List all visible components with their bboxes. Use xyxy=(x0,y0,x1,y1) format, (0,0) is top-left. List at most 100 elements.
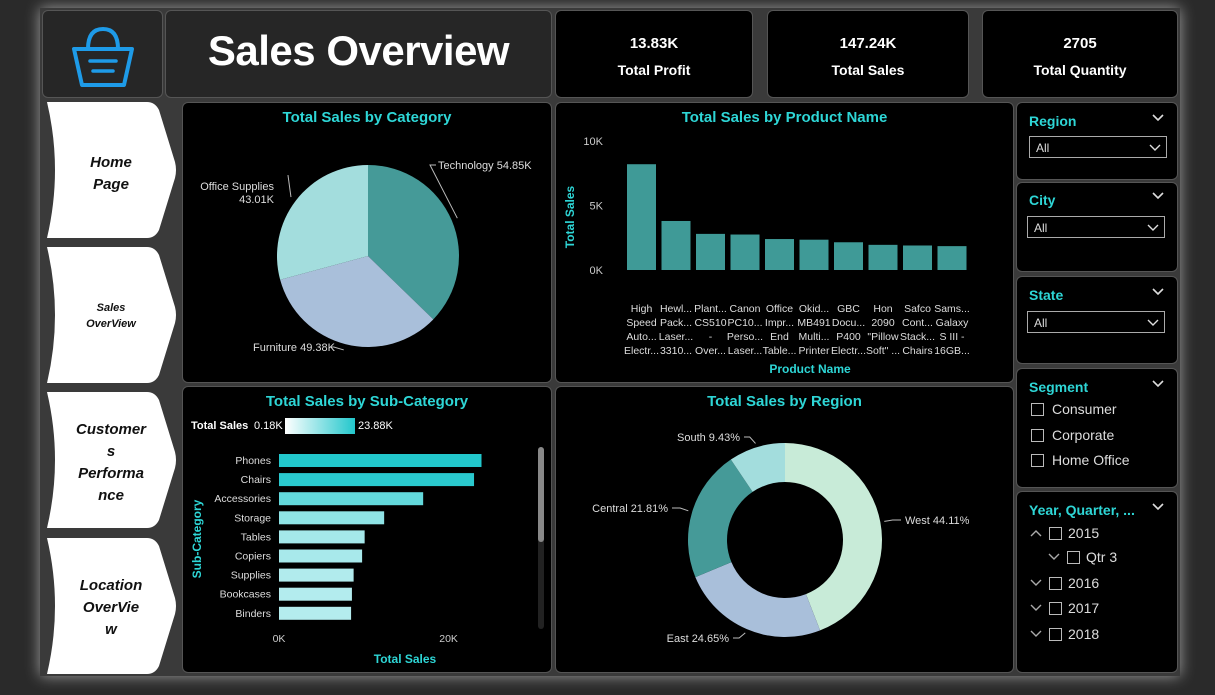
x-tick-label: Impr... xyxy=(765,317,794,329)
kpi-label: Total Sales xyxy=(831,62,905,78)
chevron-down-icon[interactable] xyxy=(1151,500,1165,514)
bar xyxy=(279,606,352,620)
option-label: Home Office xyxy=(1052,452,1130,468)
city-slicer: City All xyxy=(1016,182,1178,272)
nav-sales-overview[interactable]: Sales OverView xyxy=(47,247,177,383)
chevron-down-icon[interactable] xyxy=(1029,602,1043,614)
x-tick-label: Sams... xyxy=(934,303,970,315)
checkbox[interactable] xyxy=(1049,601,1062,615)
nav-label: Sales OverView xyxy=(47,300,175,332)
leader-line xyxy=(287,174,292,198)
bar xyxy=(765,239,794,270)
tree-item-2016[interactable]: 2016 xyxy=(1029,575,1099,591)
chevron-up-icon[interactable] xyxy=(1029,527,1043,539)
nav-location-overview[interactable]: Location OverVie w xyxy=(47,538,177,674)
region-donut-card: Total Sales by Region West 44.11% East 24… xyxy=(555,386,1014,673)
y-tick-label: Phones xyxy=(235,455,271,467)
x-tick-label: Soft" ... xyxy=(866,345,900,357)
chevron-down-icon[interactable] xyxy=(1029,628,1043,640)
checkbox[interactable] xyxy=(1031,402,1044,416)
nav-label-line: OverView xyxy=(86,318,136,330)
chevron-down-icon[interactable] xyxy=(1151,189,1165,203)
bar xyxy=(903,245,932,270)
checkbox[interactable] xyxy=(1031,453,1044,467)
nav-customers-performance[interactable]: Customer s Performa nce xyxy=(47,392,177,528)
checkbox[interactable] xyxy=(1049,576,1062,590)
nav-label: Location OverVie w xyxy=(47,575,175,641)
donut-slice-east xyxy=(695,562,821,637)
dropdown-value: All xyxy=(1036,141,1050,155)
checkbox[interactable] xyxy=(1067,550,1080,564)
x-tick-label: Docu... xyxy=(832,317,865,329)
x-tick-label: PC10... xyxy=(727,317,762,329)
x-tick-label: 2090 xyxy=(871,317,895,329)
nav-label-line: Home xyxy=(90,154,132,171)
kpi-total-quantity: 2705 Total Quantity xyxy=(982,10,1178,98)
x-tick-label: Cont... xyxy=(902,317,933,329)
state-dropdown[interactable]: All xyxy=(1027,311,1165,333)
state-slicer: State All xyxy=(1016,276,1178,364)
chevron-down-icon[interactable] xyxy=(1151,377,1165,391)
segment-option-home-office[interactable]: Home Office xyxy=(1031,452,1130,468)
nav-label-line: Performa xyxy=(78,465,144,482)
region-dropdown[interactable]: All xyxy=(1029,136,1167,158)
city-dropdown[interactable]: All xyxy=(1027,216,1165,238)
y-tick-label: Bookcases xyxy=(220,589,271,601)
bar xyxy=(279,568,354,582)
bar xyxy=(799,239,829,270)
slicer-title: City xyxy=(1029,192,1056,208)
x-tick-label: Electr... xyxy=(831,345,866,357)
kpi-value: 147.24K xyxy=(839,35,897,52)
y-tick-label: Supplies xyxy=(231,570,271,582)
bar xyxy=(279,492,424,506)
x-tick-label: Laser... xyxy=(728,345,762,357)
chevron-down-icon[interactable] xyxy=(1151,285,1165,299)
chevron-down-icon[interactable] xyxy=(1151,111,1165,125)
nav-label-line: Sales xyxy=(96,302,126,314)
x-tick-label: P400 xyxy=(836,331,861,343)
y-tick-label: Copiers xyxy=(235,551,271,563)
y-axis-label: Sub-Category xyxy=(190,499,204,578)
tree-item-2017[interactable]: 2017 xyxy=(1029,600,1099,616)
category-pie-card: Total Sales by Category Technology 54.85… xyxy=(182,102,552,383)
subcategory-bar-chart: Total Sales 0.18K 23.88K Phones Chairs Access… xyxy=(190,418,482,666)
chart-scrollbar[interactable] xyxy=(538,447,544,629)
kpi-total-sales: 147.24K Total Sales xyxy=(767,10,969,98)
x-tick-label: Safco xyxy=(904,303,931,315)
segment-option-consumer[interactable]: Consumer xyxy=(1031,401,1117,417)
x-tick-label: GBC xyxy=(837,303,860,315)
bar xyxy=(279,530,365,544)
y-tick-label: Tables xyxy=(241,531,271,543)
x-tick-label: Okid... xyxy=(799,303,829,315)
checkbox[interactable] xyxy=(1049,627,1062,641)
leader-line xyxy=(744,436,756,444)
chevron-down-icon[interactable] xyxy=(1029,577,1043,589)
tree-item-qtr-3[interactable]: Qtr 3 xyxy=(1047,549,1117,565)
x-tick-label: Laser... xyxy=(659,331,693,343)
checkbox[interactable] xyxy=(1049,526,1062,540)
scrollbar-thumb[interactable] xyxy=(538,447,544,542)
product-bar-card: Total Sales by Product Name 0K 5K 10K Total… xyxy=(555,102,1014,383)
nav-label-line: w xyxy=(105,621,117,638)
x-tick-label: Canon xyxy=(730,303,761,315)
donut-label: South 9.43% xyxy=(677,432,740,444)
nav-home-page[interactable]: Home Page xyxy=(47,102,177,238)
checkbox[interactable] xyxy=(1031,428,1044,442)
bar xyxy=(868,244,898,270)
legend-max: 23.88K xyxy=(358,420,394,432)
x-tick-label: Hewl... xyxy=(660,303,692,315)
bar xyxy=(279,511,385,525)
x-tick-label: High xyxy=(631,303,653,315)
y-tick-label: 0K xyxy=(590,265,604,277)
nav-label-line: Page xyxy=(93,176,129,193)
donut-label: West 44.11% xyxy=(905,515,970,527)
x-tick-label: 16GB... xyxy=(934,345,970,357)
chart-title: Total Sales by Product Name xyxy=(681,109,888,126)
donut-label: Central 21.81% xyxy=(592,503,668,515)
segment-option-corporate[interactable]: Corporate xyxy=(1031,427,1114,443)
tree-item-2015[interactable]: 2015 xyxy=(1029,525,1099,541)
chevron-down-icon[interactable] xyxy=(1047,551,1061,563)
tree-item-2018[interactable]: 2018 xyxy=(1029,626,1099,642)
tree-label: 2016 xyxy=(1068,575,1100,591)
x-tick-label: MB491 xyxy=(797,317,830,329)
